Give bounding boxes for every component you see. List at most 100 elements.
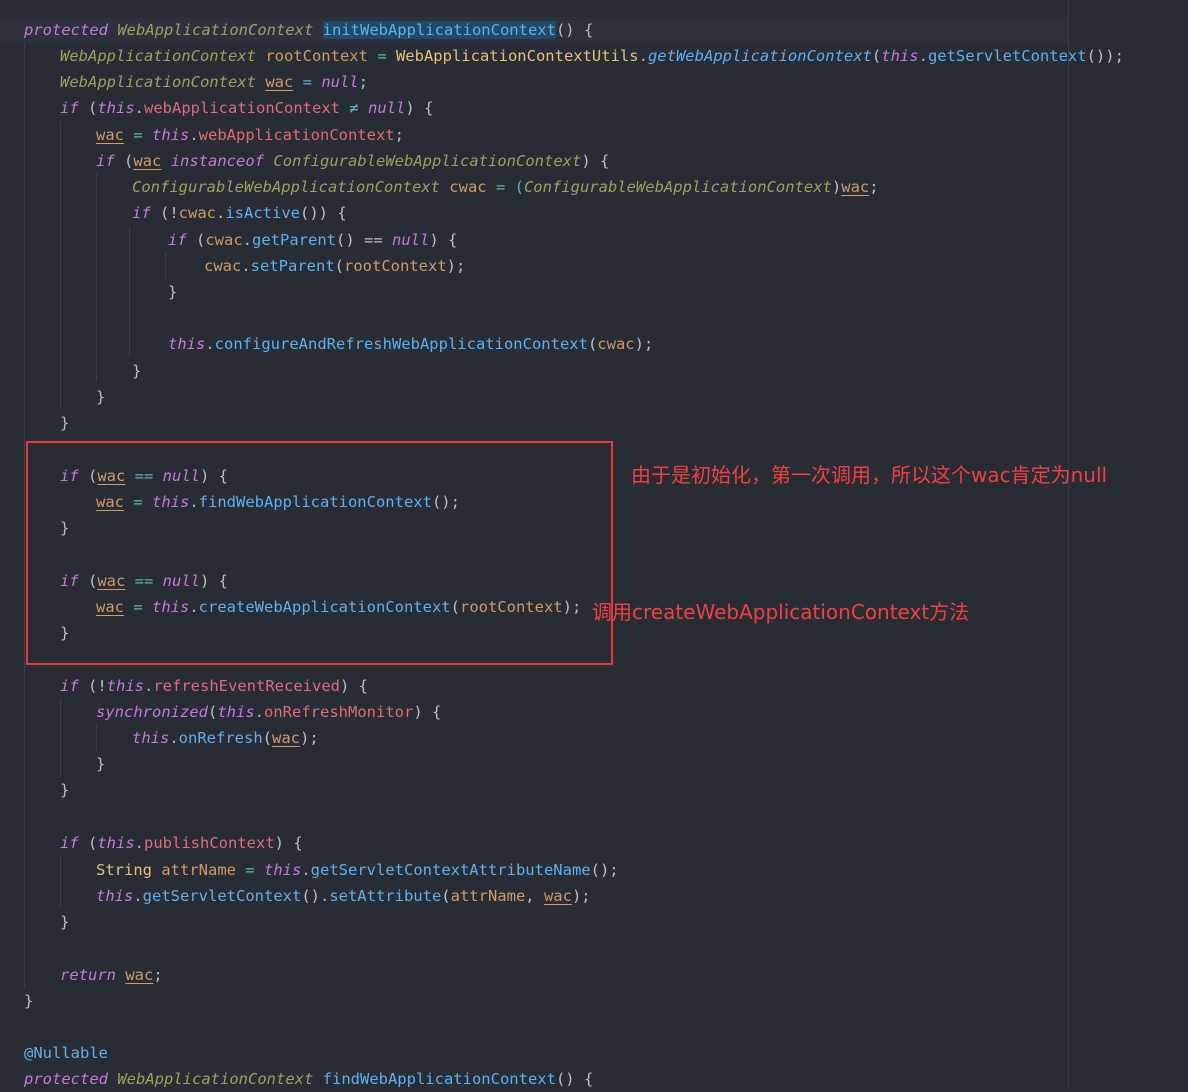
punct: ) — [831, 178, 842, 196]
code-line[interactable]: if (wac instanceof ConfigurableWebApplic… — [96, 148, 609, 174]
indent-guide — [96, 174, 97, 382]
closing-brace: } — [96, 755, 106, 773]
method-name-selected[interactable]: initWebApplicationContext — [322, 21, 556, 39]
code-line[interactable]: } — [168, 279, 177, 305]
operator: = ( — [486, 178, 524, 196]
method-call: getParent — [252, 231, 337, 249]
punct: ( — [871, 47, 882, 65]
keyword-synchronized: synchronized — [96, 703, 208, 721]
punct: ) { — [274, 834, 303, 852]
code-line[interactable]: protected WebApplicationContext initWebA… — [24, 17, 593, 43]
code-line[interactable]: WebApplicationContext rootContext = WebA… — [60, 43, 1124, 69]
right-margin-guide — [1068, 0, 1069, 1087]
code-line[interactable]: } — [96, 751, 105, 777]
indent-guide — [129, 226, 130, 356]
keyword-this: this — [264, 861, 302, 879]
code-line[interactable]: } — [132, 358, 141, 384]
indent-guide — [60, 121, 61, 409]
variable: cwac — [205, 231, 243, 249]
closing-brace: } — [60, 414, 70, 432]
punct: () { — [555, 1070, 594, 1088]
variable: rootContext — [265, 47, 368, 65]
code-line[interactable]: cwac.setParent(rootContext); — [204, 253, 465, 279]
indent-guide — [96, 725, 97, 751]
punct: ( — [334, 257, 345, 275]
punct: () { — [555, 21, 594, 39]
code-line[interactable]: } — [96, 384, 105, 410]
code-line[interactable]: return wac; — [60, 962, 163, 988]
keyword: protected — [24, 1070, 108, 1088]
code-line[interactable]: } — [60, 777, 69, 803]
punct: ( — [186, 231, 206, 249]
code-line[interactable]: WebApplicationContext wac = null; — [60, 69, 368, 95]
method-call: getServletContext — [927, 47, 1087, 65]
indent-guide — [24, 43, 25, 987]
keyword-if: if — [60, 677, 79, 695]
class-name: String — [96, 861, 152, 879]
punct: ( — [262, 729, 273, 747]
variable-wac: wac — [125, 966, 154, 984]
punct: ; — [153, 966, 163, 984]
keyword-this: this — [97, 99, 135, 117]
code-line[interactable]: this.configureAndRefreshWebApplicationCo… — [168, 331, 653, 357]
method-name: findWebApplicationContext — [322, 1070, 556, 1088]
variable-wac: wac — [272, 729, 301, 747]
code-line[interactable]: synchronized(this.onRefreshMonitor) { — [96, 699, 441, 725]
code-line[interactable]: if (this.webApplicationContext ≠ null) { — [60, 95, 433, 121]
class-name: WebApplicationContextUtils — [395, 47, 639, 65]
code-line[interactable]: } — [24, 988, 33, 1014]
type-name: ConfigurableWebApplicationContext — [273, 152, 582, 170]
punct: ); — [571, 887, 591, 905]
code-line[interactable]: wac = this.webApplicationContext; — [96, 122, 404, 148]
punct: ); — [634, 335, 654, 353]
null-literal: null — [321, 73, 359, 91]
code-line[interactable]: this.onRefresh(wac); — [132, 725, 319, 751]
code-line[interactable]: } — [60, 909, 69, 935]
type-name: WebApplicationContext — [60, 47, 256, 65]
field: onRefreshMonitor — [264, 703, 414, 721]
code-line[interactable]: if (!cwac.isActive()) { — [132, 200, 347, 226]
code-line[interactable]: protected WebApplicationContext findWebA… — [24, 1066, 593, 1092]
punct: ) { — [413, 703, 442, 721]
punct: , — [525, 887, 544, 905]
keyword: protected — [24, 21, 108, 39]
operator: = — [124, 126, 152, 144]
field: refreshEventReceived — [153, 677, 340, 695]
variable: attrName — [450, 887, 526, 905]
code-line[interactable]: if (this.publishContext) { — [60, 830, 303, 856]
punct: ( — [78, 834, 98, 852]
punct: ) { — [405, 99, 434, 117]
keyword-this: this — [168, 335, 206, 353]
keyword-this: this — [96, 887, 134, 905]
code-line[interactable]: } — [60, 410, 69, 436]
punct: ; — [358, 73, 368, 91]
punct: ()) { — [300, 204, 347, 222]
keyword-this: this — [152, 126, 190, 144]
code-line[interactable]: @Nullable — [24, 1040, 108, 1066]
code-line[interactable]: if (!this.refreshEventReceived) { — [60, 673, 368, 699]
keyword-if: if — [132, 204, 151, 222]
method-call: getServletContextAttributeName — [310, 861, 591, 879]
variable-wac: wac — [841, 178, 870, 196]
closing-brace: } — [168, 283, 178, 301]
variable-wac: wac — [265, 73, 294, 91]
code-line[interactable]: String attrName = this.getServletContext… — [96, 857, 619, 883]
punct: (); — [590, 861, 619, 879]
keyword-if: if — [96, 152, 115, 170]
code-editor[interactable]: protected WebApplicationContext initWebA… — [0, 0, 1188, 1088]
punct: ); — [446, 257, 466, 275]
punct: ()); — [1086, 47, 1124, 65]
null-literal: null — [392, 231, 430, 249]
static-method: getWebApplicationContext — [647, 47, 872, 65]
method-call: setParent — [250, 257, 335, 275]
keyword-this: this — [217, 703, 255, 721]
variable: cwac — [597, 335, 635, 353]
punct: (! — [150, 204, 179, 222]
punct: ( — [207, 703, 218, 721]
code-line[interactable]: this.getServletContext().setAttribute(at… — [96, 883, 591, 909]
code-line[interactable]: ConfigurableWebApplicationContext cwac =… — [132, 174, 879, 200]
field: webApplicationContext — [198, 126, 395, 144]
code-line[interactable]: if (cwac.getParent() == null) { — [168, 227, 457, 253]
method-call: onRefresh — [178, 729, 263, 747]
variable: rootContext — [344, 257, 447, 275]
